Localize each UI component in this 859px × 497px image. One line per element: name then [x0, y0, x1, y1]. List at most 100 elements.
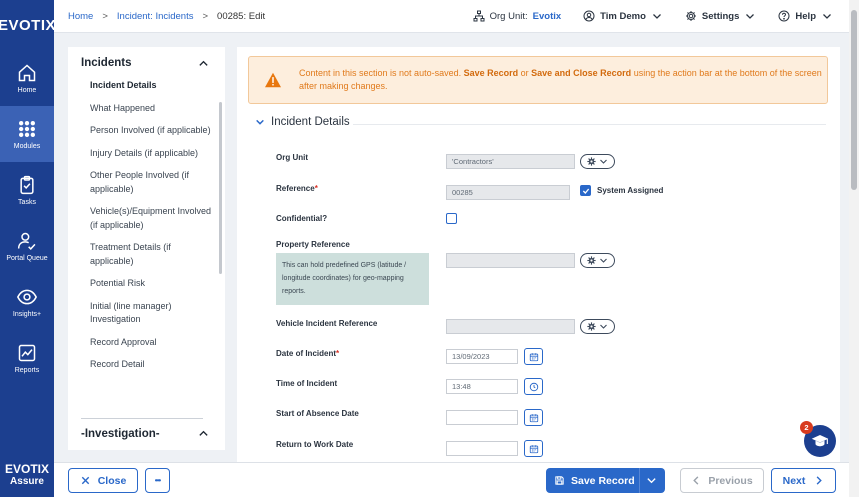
unsaved-warning-alert: Content in this section is not auto-save… — [248, 56, 828, 104]
date-of-incident-input[interactable]: 13/09/2023 — [446, 349, 518, 364]
chevron-down-icon — [600, 258, 607, 263]
nav-item-portal-queue[interactable]: Portal Queue — [0, 218, 54, 274]
nav-item-home[interactable]: Home — [0, 50, 54, 106]
section-menu-item[interactable]: Incident Details — [90, 79, 213, 93]
chevron-right-icon — [817, 476, 823, 485]
nav-label-insights: Insights+ — [12, 310, 42, 318]
save-icon — [555, 476, 564, 485]
alert-text-2: or — [518, 67, 532, 78]
section-menu-item[interactable]: Person Involved (if applicable) — [90, 124, 213, 138]
org-unit-value: Evotix — [532, 10, 562, 22]
breadcrumb: Home > Incident: Incidents > 00285: Edit — [54, 11, 265, 22]
clock-icon — [529, 382, 538, 391]
system-assigned-checkbox[interactable] — [580, 185, 591, 196]
section-menu-title: Incidents — [81, 57, 132, 69]
start-of-absence-date-field-label: Start of Absence Date — [276, 409, 359, 418]
breadcrumb-home[interactable]: Home — [68, 11, 93, 22]
learning-hub-button[interactable]: 2 — [800, 421, 836, 457]
user-circle-icon — [583, 10, 595, 22]
left-nav: EVOTIX Home Modules Tasks Portal Queue I… — [0, 0, 56, 497]
settings-menu[interactable]: Settings — [685, 10, 756, 22]
next-button[interactable]: Next — [771, 468, 836, 493]
nav-item-insights[interactable]: Insights+ — [0, 274, 54, 330]
section-menu-item[interactable]: Potential Risk — [90, 277, 213, 291]
section-menu-item[interactable]: Other People Involved (if applicable) — [90, 169, 213, 196]
chevron-down-icon — [823, 14, 831, 19]
required-indicator: * — [314, 184, 318, 193]
section-menu-item[interactable]: Record Detail — [90, 358, 213, 372]
nav-item-modules[interactable]: Modules — [0, 106, 54, 162]
graduation-cap-icon — [811, 435, 829, 447]
brand-logo: EVOTIX Assure — [0, 462, 54, 487]
calendar-icon — [529, 444, 538, 453]
start-of-absence-date-input[interactable] — [446, 410, 518, 425]
close-icon — [81, 476, 89, 485]
gear-icon — [685, 11, 696, 21]
chevron-up-icon[interactable] — [198, 428, 209, 439]
section-menu-item[interactable]: Treatment Details (if applicable) — [90, 241, 213, 268]
date-of-incident-field-label: Date of Incident* — [276, 349, 339, 358]
property-reference-hint: This can hold predefined GPS (latitude /… — [276, 253, 429, 305]
grid-icon — [19, 120, 35, 137]
date-of-incident-calendar-button[interactable] — [524, 348, 543, 365]
chevron-down-icon — [652, 14, 661, 19]
section-menu-item[interactable]: Initial (line manager) Investigation — [90, 300, 213, 327]
app-logo[interactable]: EVOTIX — [0, 0, 56, 50]
section-menu-item[interactable]: What Happened — [90, 102, 213, 116]
user-menu[interactable]: Tim Demo — [583, 10, 663, 22]
more-options-button[interactable]: ••• — [145, 468, 170, 493]
property-reference-options-button[interactable] — [580, 253, 615, 268]
chevron-down-icon — [600, 324, 607, 329]
checkmark-icon — [582, 188, 589, 194]
calendar-icon — [529, 413, 538, 422]
return-to-work-date-input[interactable] — [446, 441, 518, 456]
brand-logo-line2: Assure — [10, 476, 44, 487]
section-menu-header[interactable]: Incidents — [68, 47, 225, 69]
chevron-down-icon — [600, 159, 607, 164]
save-options-dropdown[interactable] — [639, 468, 663, 493]
return-to-work-date-calendar-button[interactable] — [524, 440, 543, 457]
chevron-left-icon — [693, 476, 699, 485]
time-of-incident-input[interactable]: 13:48 — [446, 379, 518, 394]
previous-button-label: Previous — [708, 474, 753, 487]
reference-field-label: Reference* — [276, 184, 318, 193]
reference-field: 00285 — [446, 185, 570, 200]
section-menu-scrollbar[interactable] — [219, 102, 222, 274]
page-scrollbar-thumb[interactable] — [851, 10, 857, 190]
confidential-checkbox[interactable] — [446, 213, 457, 224]
alert-text-1: Content in this section is not auto-save… — [299, 67, 464, 78]
time-of-incident-clock-button[interactable] — [524, 378, 543, 395]
nav-label-home: Home — [17, 86, 37, 94]
return-to-work-date-field-label: Return to Work Date — [276, 440, 354, 449]
org-unit-options-button[interactable] — [580, 154, 615, 169]
breadcrumb-module[interactable]: Incident: Incidents — [117, 11, 194, 22]
previous-button[interactable]: Previous — [680, 468, 764, 493]
nav-label-reports: Reports — [14, 366, 40, 374]
chart-icon — [18, 344, 36, 361]
vehicle-incident-reference-options-button[interactable] — [580, 319, 615, 334]
close-button[interactable]: Close — [68, 468, 138, 493]
section-menu-item[interactable]: Injury Details (if applicable) — [90, 147, 213, 161]
gear-icon — [587, 256, 596, 265]
nav-item-reports[interactable]: Reports — [0, 330, 54, 386]
save-record-button[interactable]: Save Record — [546, 468, 665, 493]
nav-label-modules: Modules — [13, 142, 41, 150]
help-menu[interactable]: Help — [778, 10, 833, 22]
vehicle-incident-reference-field — [446, 319, 575, 334]
page-scrollbar[interactable] — [849, 0, 859, 497]
section-menu-item[interactable]: Vehicle(s)/Equipment Involved (if applic… — [90, 205, 213, 232]
start-of-absence-date-calendar-button[interactable] — [524, 409, 543, 426]
chevron-up-icon[interactable] — [198, 58, 209, 69]
section-menu-header-investigation[interactable]: -Investigation- — [81, 428, 209, 440]
vehicle-incident-reference-field-label: Vehicle Incident Reference — [276, 319, 378, 328]
property-reference-field-label: Property Reference — [276, 240, 350, 249]
breadcrumb-current: 00285: Edit — [217, 10, 266, 22]
section-header-incident-details[interactable]: Incident Details — [255, 116, 350, 128]
top-bar: Home > Incident: Incidents > 00285: Edit… — [54, 0, 849, 33]
org-unit-selector[interactable]: Org Unit: Evotix — [473, 10, 562, 22]
section-menu-item[interactable]: Record Approval — [90, 336, 213, 350]
main-content: Content in this section is not auto-save… — [237, 47, 840, 462]
nav-item-tasks[interactable]: Tasks — [0, 162, 54, 218]
gear-icon — [587, 157, 596, 166]
settings-label: Settings — [701, 10, 740, 22]
